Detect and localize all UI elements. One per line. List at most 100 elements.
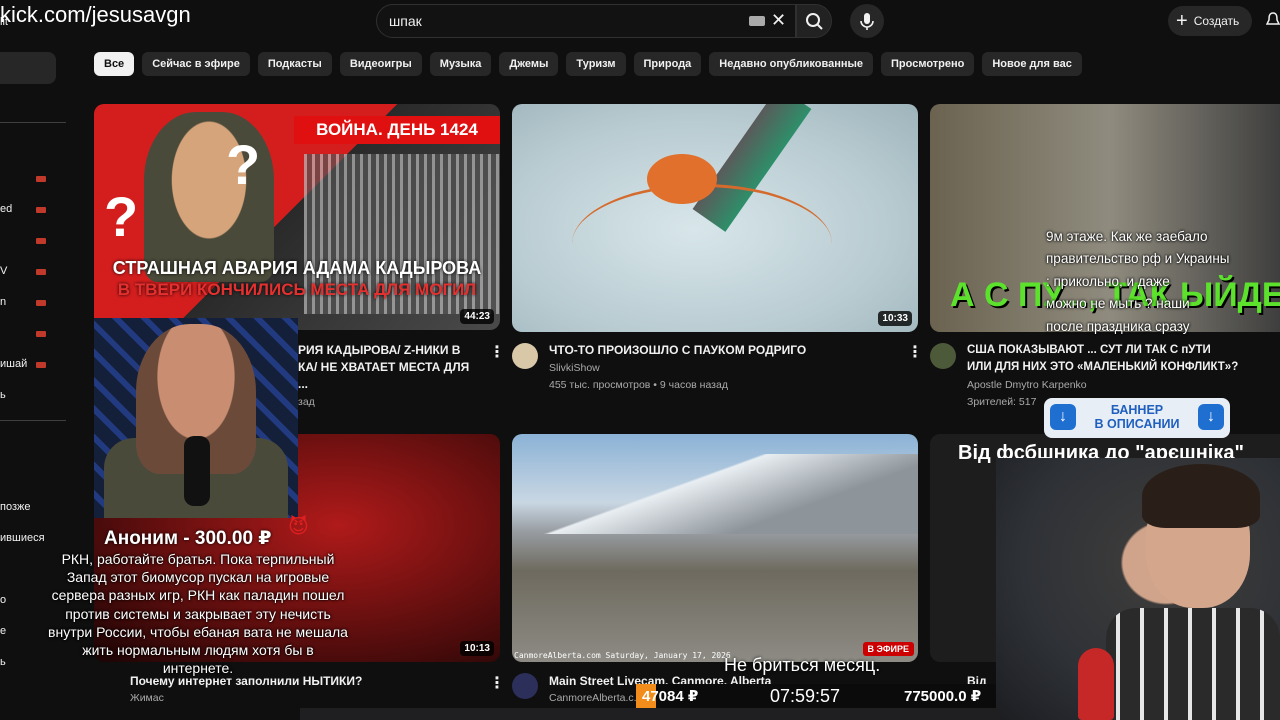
picture-in-picture-video [94, 318, 298, 518]
screen: kick.com/jesusavgn шпак ✕ + Создать lit … [0, 0, 1280, 720]
sidebar-item-label[interactable]: ed [0, 203, 12, 215]
search-button[interactable] [796, 4, 832, 38]
duration-badge: 10:33 [878, 311, 912, 326]
question-mark-icon: ? [104, 185, 139, 248]
video-title-line: ИЛИ ДЛЯ НИХ ЭТО «МАЛЕНЬКИЙ КОНФЛИКТ»? [967, 361, 1239, 373]
video-meta: зад [298, 396, 315, 408]
video-meta: Зрителей: 517 [967, 396, 1037, 408]
more-actions-icon[interactable]: ⋮ [489, 673, 505, 693]
ticker-right-value: 775000.0 ₽ [904, 688, 982, 705]
microphone-icon [184, 436, 210, 506]
banner-text: БАННЕР В ОПИСАНИИ [1080, 403, 1194, 431]
avatar[interactable] [512, 673, 538, 699]
avatar[interactable] [512, 343, 538, 369]
chip-music[interactable]: Музыка [429, 52, 492, 76]
sidebar-item-label[interactable]: е [0, 625, 6, 637]
ticker-left-value: 47084 ₽ [642, 688, 699, 705]
video-thumbnail[interactable]: CanmoreAlberta.com Saturday, January 17,… [512, 434, 918, 662]
thumbnail-art [512, 454, 918, 534]
spider-image [647, 154, 717, 204]
stream-url-watermark: kick.com/jesusavgn [0, 2, 191, 27]
channel-name[interactable]: Жимас [130, 692, 164, 704]
live-indicator-icon [36, 331, 46, 337]
masthead: kick.com/jesusavgn шпак ✕ + Создать [0, 0, 1280, 44]
webcam-person [1106, 608, 1280, 720]
chat-line: правительство рф и Украины [1046, 251, 1230, 267]
donation-message: РКН, работайте братья. Пока терпильный З… [48, 551, 348, 677]
chat-overlay: 9м этаже. Как же заебало правительство р… [1046, 226, 1280, 338]
chip-live[interactable]: Сейчас в эфире [142, 52, 250, 76]
sidebar-item-label[interactable]: ь [0, 389, 6, 401]
chip-games[interactable]: Видеоигры [339, 52, 422, 76]
duration-badge: 10:13 [460, 641, 494, 656]
search-input[interactable]: шпак [389, 13, 422, 29]
create-button[interactable]: + Создать [1168, 6, 1252, 36]
sidebar-item-label[interactable]: о [0, 594, 6, 606]
live-indicator-icon [36, 269, 46, 275]
clear-icon[interactable]: ✕ [771, 10, 786, 31]
sidebar-item-label[interactable]: позже [0, 501, 30, 513]
create-label: Создать [1193, 14, 1240, 28]
channel-name[interactable]: Apostle Dmytro Karpenko [967, 379, 1087, 391]
more-actions-icon[interactable]: ⋮ [489, 342, 505, 362]
live-indicator-icon [36, 238, 46, 244]
chip-tourism[interactable]: Туризм [566, 52, 626, 76]
avatar[interactable] [930, 343, 956, 369]
sidebar-divider [0, 122, 66, 123]
live-indicator-icon [36, 300, 46, 306]
filter-chips: Все Сейчас в эфире Подкасты Видеоигры Му… [94, 52, 1082, 76]
taskbar-strip [300, 708, 1000, 720]
live-indicator-icon [36, 176, 46, 182]
search-icon [806, 13, 823, 30]
thumbnail-banner: ВОЙНА. ДЕНЬ 1424 [294, 116, 500, 144]
question-mark-icon: ? [226, 133, 261, 196]
chip-jams[interactable]: Джемы [499, 52, 559, 76]
stream-ticker: 47084 ₽ 07:59:57 775000.0 ₽ [636, 684, 996, 708]
sidebar-item-label[interactable]: n [0, 296, 6, 308]
channel-name[interactable]: CanmoreAlberta.c... [549, 692, 642, 704]
sidebar-item-active[interactable] [0, 52, 56, 84]
chip-podcasts[interactable]: Подкасты [257, 52, 332, 76]
banner-line: БАННЕР [1110, 403, 1164, 417]
duration-badge: 44:23 [460, 309, 494, 324]
video-title-line: КА/ НЕ ХВАТАЕТ МЕСТА ДЛЯ ... [298, 360, 470, 391]
banner-ad: ↓ БАННЕР В ОПИСАНИИ ↓ [1044, 398, 1230, 438]
webcam-person [1142, 464, 1260, 528]
video-title[interactable]: РИЯ КАДЫРОВА/ Z-НИКИ В КА/ НЕ ХВАТАЕТ МЕ… [298, 342, 478, 393]
chat-line: 9м этаже. Как же заебало [1046, 229, 1208, 244]
chip-recent[interactable]: Недавно опубликованные [709, 52, 874, 76]
ticker-timer: 07:59:57 [770, 686, 841, 706]
keyboard-icon[interactable] [749, 16, 765, 26]
chip-nature[interactable]: Природа [633, 52, 702, 76]
video-thumbnail[interactable]: 10:33 [512, 104, 918, 332]
video-title[interactable]: ЧТО-ТО ПРОИЗОШЛО С ПАУКОМ РОДРИГО [549, 342, 889, 359]
video-thumbnail[interactable]: ВОЙНА. ДЕНЬ 1424 ? ? СТРАШНАЯ АВАРИЯ АДА… [94, 104, 500, 330]
sidebar-item-label[interactable]: lit [0, 16, 8, 28]
banner-line: В ОПИСАНИИ [1094, 417, 1180, 431]
chip-watched[interactable]: Просмотрено [881, 52, 975, 76]
video-title-line: США ПОКАЗЫВАЮТ ... СУТ ЛИ ТАК С пУТИ [967, 344, 1211, 356]
chip-new-for-you[interactable]: Новое для вас [982, 52, 1082, 76]
arrow-down-icon: ↓ [1050, 404, 1076, 430]
webcam-timestamp: CanmoreAlberta.com Saturday, January 17,… [514, 651, 731, 660]
sidebar-item-label[interactable]: ь [0, 656, 6, 668]
streamer-webcam [996, 458, 1280, 720]
search-box[interactable]: шпак ✕ [376, 4, 796, 38]
sidebar-item-label[interactable]: V [0, 265, 7, 277]
video-meta: 455 тыс. просмотров • 9 часов назад [549, 379, 728, 391]
speech-subtitle: Не бриться месяц. [724, 655, 881, 675]
sidebar-divider [0, 420, 66, 421]
thumbnail-caption: В ТВЕРИ КОНЧИЛИСЬ МЕСТА ДЛЯ МОГИЛ [117, 280, 477, 299]
more-actions-icon[interactable]: ⋮ [907, 342, 923, 362]
video-title[interactable]: США ПОКАЗЫВАЮТ ... СУТ ЛИ ТАК С пУТИ ИЛИ… [967, 342, 1280, 376]
arrow-down-icon: ↓ [1198, 404, 1224, 430]
sidebar-item-label[interactable]: ившиеся [0, 532, 45, 544]
live-indicator-icon [36, 207, 46, 213]
bell-icon[interactable] [1266, 12, 1280, 28]
devil-icon: 😈 [288, 516, 309, 538]
sidebar-item-label[interactable]: ишай [0, 358, 27, 370]
microphone-icon [1078, 648, 1114, 720]
channel-name[interactable]: SlivkiShow [549, 362, 600, 374]
chip-all[interactable]: Все [94, 52, 135, 76]
voice-search-button[interactable] [850, 4, 884, 38]
